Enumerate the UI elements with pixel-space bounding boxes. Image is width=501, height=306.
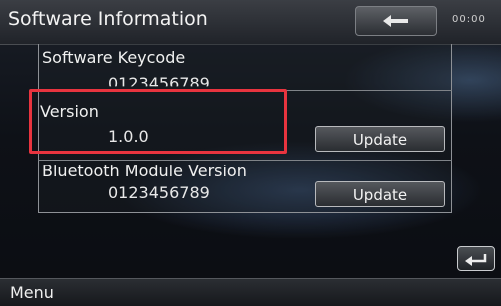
version-highlight-box bbox=[29, 89, 287, 154]
bluetooth-module-version-value: 0123456789 bbox=[108, 183, 210, 202]
page-title: Software Information bbox=[8, 8, 208, 30]
title-bar: Software Information 00:00 bbox=[0, 0, 501, 45]
software-keycode-label: Software Keycode bbox=[42, 48, 186, 67]
return-button[interactable] bbox=[457, 246, 495, 271]
return-icon bbox=[465, 253, 487, 266]
update-bluetooth-button[interactable]: Update bbox=[315, 181, 445, 207]
menu-button[interactable]: Menu bbox=[10, 283, 54, 302]
bottom-bar: Menu bbox=[0, 278, 501, 306]
update-version-button[interactable]: Update bbox=[315, 126, 445, 152]
back-button[interactable] bbox=[355, 6, 437, 36]
arrow-left-icon bbox=[383, 15, 408, 27]
divider bbox=[38, 160, 452, 161]
clock: 00:00 bbox=[452, 14, 486, 25]
